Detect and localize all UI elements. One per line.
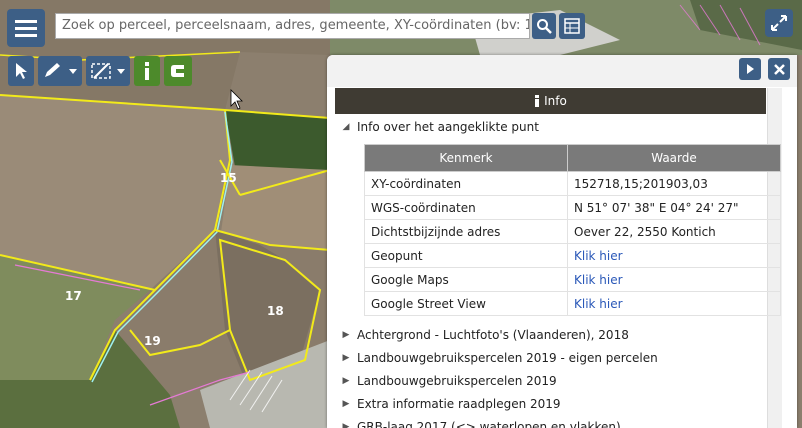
info-panel: Info ◢ Info over het aangeklikte punt Ke…: [327, 55, 797, 428]
menu-icon: [15, 20, 37, 37]
table-row: Geopunt Klik hier: [364, 243, 781, 268]
attribute-name: Google Street View: [364, 291, 568, 316]
section-grb-laag[interactable]: ▶ GRB-laag 2017 (<> waterlopen en vlakke…: [335, 415, 766, 428]
expand-icon: [771, 15, 787, 31]
attribute-name: WGS-coördinaten: [364, 195, 568, 220]
table-row: XY-coördinaten 152718,15;201903,03: [364, 171, 781, 196]
measure-tool-button[interactable]: [86, 56, 130, 86]
draw-icon: [45, 63, 77, 77]
table-header-row: Kenmerk Waarde: [364, 144, 781, 172]
search-button[interactable]: [532, 13, 556, 39]
street-view-link[interactable]: Klik hier: [567, 291, 781, 316]
geopunt-link[interactable]: Klik hier: [567, 243, 781, 268]
expand-arrow-icon: ▶: [342, 398, 350, 409]
measure-icon: [91, 63, 125, 79]
expand-arrow-icon: ▶: [342, 352, 350, 363]
column-header: Kenmerk: [364, 144, 568, 172]
section-eigen-percelen[interactable]: ▶ Landbouwgebruikspercelen 2019 - eigen …: [335, 346, 766, 369]
table-button[interactable]: [559, 13, 585, 39]
collapse-icon: [747, 64, 754, 74]
section-label: Info over het aangeklikte punt: [357, 119, 539, 134]
section-label: GRB-laag 2017 (<> waterlopen en vlakken): [357, 419, 621, 428]
section-clicked-point[interactable]: ◢ Info over het aangeklikte punt: [335, 115, 766, 138]
section-label: Landbouwgebruikspercelen 2019: [357, 373, 557, 388]
table-icon: [564, 18, 580, 34]
select-tool-button[interactable]: [8, 56, 34, 86]
map-toolbar: [8, 56, 192, 86]
attribute-name: Geopunt: [364, 243, 568, 268]
section-label: Landbouwgebruikspercelen 2019 - eigen pe…: [357, 350, 658, 365]
table-row: Dichtstbijzijnde adres Oever 22, 2550 Ko…: [364, 219, 781, 244]
select-icon: [16, 63, 27, 79]
table-row: WGS-coördinaten N 51° 07' 38" E 04° 24' …: [364, 195, 781, 220]
section-landbouwpercelen[interactable]: ▶ Landbouwgebruikspercelen 2019: [335, 369, 766, 392]
expand-arrow-icon: ▶: [342, 421, 350, 428]
info-icon: [145, 62, 149, 80]
section-extra-informatie[interactable]: ▶ Extra informatie raadplegen 2019: [335, 392, 766, 415]
info-title-bar: Info: [335, 88, 766, 114]
parcel-label: 18: [267, 304, 284, 318]
collapse-arrow-icon: ◢: [342, 121, 350, 132]
info-table: Kenmerk Waarde XY-coördinaten 152718,15;…: [364, 144, 781, 316]
search-input[interactable]: Zoek op perceel, perceelsnaam, adres, ge…: [55, 13, 530, 39]
table-row: Google Street View Klik hier: [364, 291, 781, 316]
draw-tool-button[interactable]: [38, 56, 82, 86]
info-tool-button[interactable]: [134, 56, 160, 86]
table-row: Google Maps Klik hier: [364, 267, 781, 292]
search-icon: [537, 19, 552, 34]
panel-close-button[interactable]: [768, 58, 790, 80]
parcel-tool-button[interactable]: [164, 56, 192, 86]
info-title: Info: [544, 94, 567, 108]
parcel-label: 19: [144, 334, 161, 348]
attribute-name: Google Maps: [364, 267, 568, 292]
close-icon: [773, 63, 785, 75]
expand-arrow-icon: ▶: [342, 375, 350, 386]
panel-header: [327, 55, 797, 87]
google-maps-link[interactable]: Klik hier: [567, 267, 781, 292]
section-achtergrond[interactable]: ▶ Achtergrond - Luchtfoto's (Vlaanderen)…: [335, 323, 766, 346]
expand-arrow-icon: ▶: [342, 329, 350, 340]
attribute-value: N 51° 07' 38" E 04° 24' 27": [567, 195, 781, 220]
attribute-name: XY-coördinaten: [364, 171, 568, 196]
section-label: Achtergrond - Luchtfoto's (Vlaanderen), …: [357, 327, 629, 342]
attribute-name: Dichtstbijzijnde adres: [364, 219, 568, 244]
info-icon: [535, 95, 540, 107]
parcel-label: 15: [220, 171, 237, 185]
section-label: Extra informatie raadplegen 2019: [357, 396, 561, 411]
attribute-value: 152718,15;201903,03: [567, 171, 781, 196]
menu-button[interactable]: [7, 9, 45, 47]
panel-collapse-button[interactable]: [739, 58, 761, 80]
attribute-value: Oever 22, 2550 Kontich: [567, 219, 781, 244]
parcel-label: 17: [65, 289, 82, 303]
column-header: Waarde: [567, 144, 781, 172]
expand-button[interactable]: [765, 9, 793, 37]
parcel-tool-icon: [171, 65, 184, 77]
